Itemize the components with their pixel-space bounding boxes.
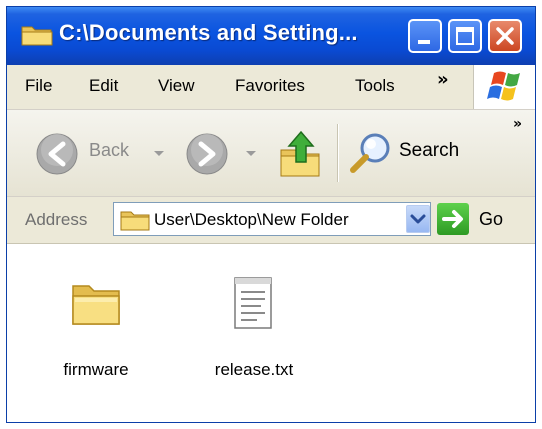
search-button-label[interactable]: Search (399, 140, 459, 162)
standard-toolbar: » Back Search (7, 110, 535, 197)
toolbar-separator (337, 124, 339, 182)
title-bar[interactable]: C:\Documents and Setting... (7, 7, 535, 65)
back-arrow-icon[interactable] (35, 132, 79, 176)
back-button-label[interactable]: Back (89, 140, 129, 161)
file-name: release.txt (214, 360, 294, 379)
menu-tools[interactable]: Tools (355, 76, 395, 96)
menu-overflow-button[interactable]: » (437, 69, 449, 90)
windows-flag-icon (487, 71, 520, 101)
address-dropdown-button[interactable] (406, 205, 430, 233)
file-list-view[interactable]: firmware release.txt (7, 244, 535, 422)
menu-view[interactable]: View (158, 76, 195, 96)
text-file-icon (234, 277, 272, 329)
go-button[interactable]: Go (437, 203, 527, 235)
address-value: User\Desktop\New Folder (154, 210, 349, 229)
address-input[interactable]: User\Desktop\New Folder (113, 202, 431, 236)
explorer-window: C:\Documents and Setting... File Edit Vi… (6, 6, 536, 423)
folder-icon (21, 26, 53, 46)
menu-favorites[interactable]: Favorites (235, 76, 305, 96)
close-icon (496, 27, 514, 45)
window-title: C:\Documents and Setting... (59, 20, 358, 45)
back-dropdown-icon[interactable] (153, 150, 165, 158)
search-icon[interactable] (347, 128, 397, 178)
chevron-down-icon (410, 214, 426, 224)
close-button[interactable] (488, 19, 522, 53)
menu-file[interactable]: File (25, 76, 52, 96)
maximize-icon (456, 27, 474, 45)
folder-icon (120, 211, 150, 231)
address-label: Address (25, 210, 88, 229)
up-folder-icon[interactable] (275, 128, 325, 180)
address-bar: Address User\Desktop\New Folder Go (7, 197, 535, 244)
go-button-label: Go (479, 209, 504, 229)
forward-dropdown-icon[interactable] (245, 150, 257, 158)
minimize-button[interactable] (408, 19, 442, 53)
folder-icon (72, 285, 120, 325)
windows-logo (473, 65, 535, 109)
forward-arrow-icon[interactable] (185, 132, 229, 176)
minimize-icon (418, 40, 430, 44)
menu-edit[interactable]: Edit (89, 76, 118, 96)
file-item-release-txt[interactable]: release.txt (189, 272, 319, 392)
go-arrow-icon (437, 203, 469, 235)
toolbar-overflow-button[interactable]: » (513, 116, 522, 132)
file-name: firmware (63, 360, 129, 379)
menu-bar: File Edit View Favorites Tools » (7, 65, 535, 110)
file-item-firmware[interactable]: firmware (31, 272, 161, 392)
maximize-button[interactable] (448, 19, 482, 53)
